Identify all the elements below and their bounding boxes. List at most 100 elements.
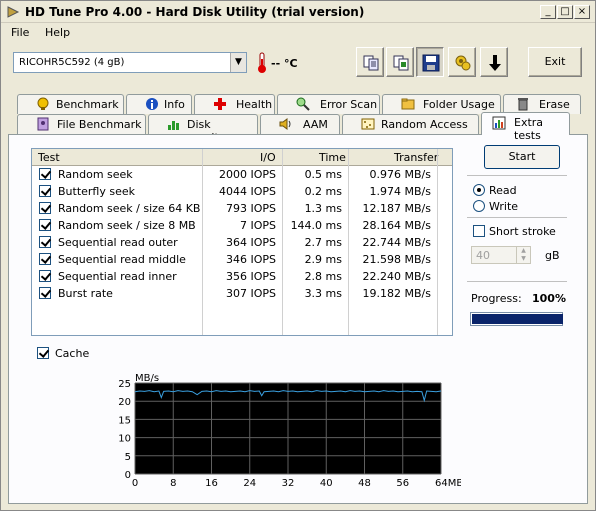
tab-health[interactable]: Health	[194, 94, 275, 114]
row-transfer: 28.164 MB/s	[362, 219, 431, 232]
header-io[interactable]: I/O	[260, 151, 276, 164]
tab-extra-tests[interactable]: Extra tests	[481, 112, 570, 142]
row-test: Sequential read inner	[58, 270, 177, 283]
copy-icon	[363, 55, 379, 71]
short-stroke-stepper[interactable]: 40 ▲ ▼	[471, 246, 531, 264]
title-bar[interactable]: HD Tune Pro 4.00 - Hard Disk Utility (tr…	[1, 1, 595, 23]
row-io: 356 IOPS	[225, 270, 276, 283]
menu-bar: File Help	[1, 24, 595, 42]
table-row[interactable]: Random seek / size 64 KB 793 IOPS 1.3 ms…	[32, 200, 452, 217]
row-time: 1.3 ms	[304, 202, 342, 215]
window-title: HD Tune Pro 4.00 - Hard Disk Utility (tr…	[25, 5, 365, 19]
thermometer-icon	[258, 52, 266, 73]
read-radio[interactable]	[473, 184, 485, 196]
table-row[interactable]: Random seek / size 8 MB 7 IOPS 144.0 ms …	[32, 217, 452, 234]
row-checkbox[interactable]	[39, 168, 51, 180]
menu-file[interactable]: File	[11, 26, 29, 39]
table-row[interactable]: Random seek 2000 IOPS 0.5 ms 0.976 MB/s	[32, 166, 452, 183]
header-test[interactable]: Test	[38, 151, 60, 164]
tab-benchmark-label: Benchmark	[56, 98, 119, 111]
row-time: 2.9 ms	[304, 253, 342, 266]
tab-health-label: Health	[236, 98, 273, 111]
cache-checkbox[interactable]	[37, 347, 49, 359]
spinner-arrows-icon[interactable]: ▲ ▼	[516, 247, 530, 263]
tab-file-benchmark[interactable]: File Benchmark	[17, 114, 146, 134]
row-test: Sequential read outer	[58, 236, 178, 249]
row-checkbox[interactable]	[39, 202, 51, 214]
gauge-icon	[37, 97, 49, 110]
row-checkbox[interactable]	[39, 219, 51, 231]
tab-erase[interactable]: Erase	[503, 94, 581, 114]
row-transfer: 22.240 MB/s	[362, 270, 431, 283]
table-row[interactable]: Sequential read outer 364 IOPS 2.7 ms 22…	[32, 234, 452, 251]
start-button[interactable]: Start	[484, 145, 560, 169]
floppy-disk-icon	[422, 54, 440, 72]
row-checkbox[interactable]	[39, 185, 51, 197]
header-time[interactable]: Time	[319, 151, 346, 164]
y-tick-label: 15	[118, 415, 131, 426]
tab-aam[interactable]: AAM	[260, 114, 340, 134]
short-stroke-label: Short stroke	[489, 225, 556, 238]
results-table[interactable]: Test I/O Time Transfer Random seek 2000 …	[31, 148, 453, 336]
folder-icon	[401, 98, 415, 110]
table-row[interactable]: Sequential read middle 346 IOPS 2.9 ms 2…	[32, 251, 452, 268]
header-transfer[interactable]: Transfer	[394, 151, 438, 164]
row-checkbox[interactable]	[39, 287, 51, 299]
copy-all-button[interactable]	[386, 47, 414, 77]
row-test: Random seek / size 8 MB	[58, 219, 196, 232]
tab-error-scan[interactable]: Error Scan	[277, 94, 380, 114]
row-test: Butterfly seek	[58, 185, 136, 198]
trash-icon	[518, 98, 528, 111]
table-row[interactable]: Butterfly seek 4044 IOPS 0.2 ms 1.974 MB…	[32, 183, 452, 200]
x-tick-label: 8	[170, 478, 176, 489]
minimize-button[interactable]: _	[540, 5, 556, 19]
row-io: 364 IOPS	[225, 236, 276, 249]
tab-benchmark[interactable]: Benchmark	[17, 94, 124, 114]
tab-error-scan-label: Error Scan	[320, 98, 378, 111]
maximize-button[interactable]: □	[557, 5, 573, 19]
y-tick-label: 5	[125, 452, 131, 463]
tab-folder-usage-label: Folder Usage	[423, 98, 495, 111]
row-checkbox[interactable]	[39, 253, 51, 265]
tab-random-access[interactable]: Random Access	[342, 114, 479, 134]
progress-percent: 100%	[532, 292, 566, 305]
screenshot-button[interactable]	[480, 47, 508, 77]
temperature-readout: -- °C	[271, 57, 298, 70]
row-io: 346 IOPS	[225, 253, 276, 266]
options-icon	[455, 55, 471, 71]
table-row[interactable]: Sequential read inner 356 IOPS 2.8 ms 22…	[32, 268, 452, 285]
table-row[interactable]: Burst rate 307 IOPS 3.3 ms 19.182 MB/s	[32, 285, 452, 302]
short-stroke-checkbox[interactable]	[473, 225, 485, 237]
x-tick-label: 16	[205, 478, 218, 489]
tab-folder-usage[interactable]: Folder Usage	[382, 94, 501, 114]
tab-disk-monitor[interactable]: Disk monitor	[148, 114, 258, 144]
row-test: Sequential read middle	[58, 253, 186, 266]
drive-select[interactable]: RICOHR5C592 (4 gB) ▼	[13, 52, 247, 73]
copy-info-button[interactable]	[356, 47, 384, 77]
write-radio[interactable]	[473, 200, 485, 212]
random-access-icon	[361, 118, 375, 130]
save-button[interactable]	[416, 47, 444, 77]
tab-erase-label: Erase	[539, 98, 570, 111]
menu-help[interactable]: Help	[45, 26, 70, 39]
divider	[467, 217, 567, 218]
row-time: 3.3 ms	[304, 287, 342, 300]
row-io: 793 IOPS	[225, 202, 276, 215]
row-checkbox[interactable]	[39, 270, 51, 282]
row-checkbox[interactable]	[39, 236, 51, 248]
close-button[interactable]: ×	[574, 5, 590, 19]
tab-extra-tests-label: Extra tests	[514, 116, 544, 142]
exit-button[interactable]: Exit	[528, 47, 582, 77]
chevron-down-icon[interactable]: ▼	[230, 53, 246, 72]
arrow-down-icon	[489, 55, 501, 71]
tab-info[interactable]: Info	[126, 94, 192, 114]
divider	[467, 281, 567, 282]
progress-label: Progress:	[471, 292, 522, 305]
divider	[467, 175, 567, 176]
bar-chart-icon	[168, 121, 179, 130]
tab-aam-label: AAM	[303, 118, 328, 131]
options-button[interactable]	[448, 47, 476, 77]
y-tick-label: 0	[125, 470, 131, 481]
row-time: 0.2 ms	[304, 185, 342, 198]
x-tick-label: 64MB	[435, 478, 461, 489]
